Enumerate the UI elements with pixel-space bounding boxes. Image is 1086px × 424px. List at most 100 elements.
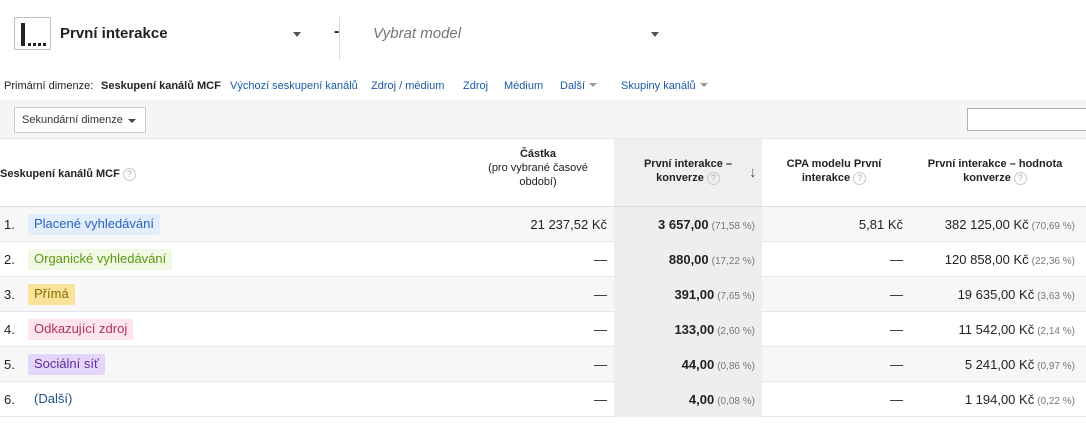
conversions-percent: (71,58 %) [711, 221, 755, 232]
help-icon[interactable]: ? [853, 171, 867, 185]
help-icon[interactable]: ? [122, 167, 136, 181]
conversions-value: 133,00 [674, 322, 715, 337]
chevron-down-icon [699, 83, 708, 88]
row-index: 1. [4, 217, 15, 232]
chevron-down-icon[interactable] [293, 32, 301, 37]
conversions-percent: (0,08 %) [717, 396, 755, 407]
dimension-link-channel-groups[interactable]: Skupiny kanálů [621, 80, 708, 92]
channel-link[interactable]: (Další) [28, 389, 78, 410]
cpa-cell: — [890, 287, 903, 302]
conversions-percent: (17,22 %) [711, 256, 755, 267]
table-row: 2. Organické vyhledávání — 880,00 (17,22 … [0, 242, 1086, 277]
cpa-cell: — [890, 322, 903, 337]
table-row: 3. Přímá — 391,00 (7,65 %) — 19 635,00 Kč… [0, 277, 1086, 312]
channel-link[interactable]: Odkazující zdroj [28, 319, 134, 340]
amount-cell: — [594, 252, 607, 267]
row-index: 2. [4, 252, 15, 267]
conversion-value-cell: 19 635,00 Kč (3,63 %) [958, 287, 1075, 302]
header-conversion-value[interactable]: První interakce – hodnota konverze? [912, 157, 1078, 185]
conversion-value: 1 194,00 Kč [964, 392, 1035, 407]
conversions-value: 44,00 [681, 357, 715, 372]
primary-dimension-row: Primární dimenze: Seskupení kanálů MCF V… [0, 72, 1086, 100]
amount-cell: — [594, 287, 607, 302]
table-row: 1. Placené vyhledávání 21 237,52 Kč 3 65… [0, 207, 1086, 242]
conversion-value-percent: (2,14 %) [1037, 326, 1075, 337]
cpa-cell: 5,81 Kč [858, 217, 903, 232]
primary-dimension-label: Primární dimenze: [4, 80, 94, 92]
conversions-percent: (7,65 %) [717, 291, 755, 302]
conversions-percent: (0,86 %) [717, 361, 755, 372]
conversions-cell: 391,00 (7,65 %) [674, 287, 755, 302]
channel-link[interactable]: Organické vyhledávání [28, 249, 173, 270]
secondary-dimension-button[interactable]: Sekundární dimenze [14, 107, 146, 133]
icon-bar [21, 23, 25, 46]
conversions-value: 3 657,00 [658, 217, 709, 232]
model-dropdown-value[interactable]: První interakce [60, 25, 168, 42]
more-label: Další [560, 80, 586, 92]
row-index: 4. [4, 322, 15, 337]
help-icon[interactable]: ? [706, 171, 720, 185]
conversion-value: 5 241,00 Kč [964, 357, 1035, 372]
conversions-cell: 44,00 (0,86 %) [682, 357, 755, 372]
divider [339, 16, 340, 60]
chevron-down-icon[interactable] [651, 32, 659, 37]
row-index: 5. [4, 357, 15, 372]
dimension-link-default-channel[interactable]: Výchozí seskupení kanálů [230, 80, 358, 92]
attribution-model-icon[interactable] [14, 17, 51, 50]
conversion-value-percent: (22,36 %) [1031, 256, 1075, 267]
channel-link[interactable]: Sociální síť [28, 354, 105, 375]
header-value-label: První interakce – hodnota konverze [927, 158, 1063, 184]
dimension-link-more[interactable]: Další [560, 80, 598, 92]
conversions-cell: 880,00 (17,22 %) [669, 252, 755, 267]
dimension-link-source[interactable]: Zdroj [463, 80, 488, 92]
conversions-value: 391,00 [674, 287, 715, 302]
table-row: 4. Odkazující zdroj — 133,00 (2,60 %) — 1… [0, 312, 1086, 347]
conversions-value: 880,00 [668, 252, 709, 267]
conversion-value: 11 542,00 Kč [958, 322, 1035, 337]
chevron-down-icon [128, 119, 136, 123]
table-row: 5. Sociální síť — 44,00 (0,86 %) — 5 241,… [0, 347, 1086, 382]
cpa-cell: — [890, 392, 903, 407]
conversion-value-cell: 382 125,00 Kč (70,69 %) [945, 217, 1075, 232]
compare-model-dropdown[interactable]: Vybrat model [373, 25, 461, 42]
header-amount-title: Částka [519, 148, 557, 160]
amount-cell: — [594, 322, 607, 337]
header-cpa[interactable]: CPA modelu První interakce? [778, 157, 890, 185]
header-dimension-label: Seskupení kanálů MCF [0, 168, 120, 180]
header-dimension[interactable]: Seskupení kanálů MCF? [0, 167, 136, 181]
amount-cell: — [594, 357, 607, 372]
sort-arrow-down-icon[interactable]: ↓ [749, 164, 757, 181]
secondary-dimension-label: Sekundární dimenze [22, 114, 123, 126]
conversion-value-cell: 120 858,00 Kč (22,36 %) [945, 252, 1075, 267]
dimension-link-medium[interactable]: Médium [504, 80, 543, 92]
help-icon[interactable]: ? [1013, 171, 1027, 185]
conversions-percent: (2,60 %) [717, 326, 755, 337]
conversion-value-percent: (0,97 %) [1037, 361, 1075, 372]
conversion-value: 382 125,00 Kč [944, 217, 1029, 232]
conversions-cell: 133,00 (2,60 %) [674, 322, 755, 337]
conversion-value-percent: (3,63 %) [1037, 291, 1075, 302]
header-first-interaction[interactable]: První interakce – konverze? [614, 139, 762, 206]
channel-link[interactable]: Placené vyhledávání [28, 214, 160, 235]
header-amount-subtitle: (pro vybrané časové období) [488, 162, 588, 188]
row-index: 6. [4, 392, 15, 407]
icon-dots [28, 43, 48, 46]
primary-dimension-active: Seskupení kanálů MCF [101, 80, 221, 92]
table-row: 6. (Další) — 4,00 (0,08 %) — 1 194,00 Kč(… [0, 382, 1086, 417]
conversion-value-cell: 1 194,00 Kč (0,22 %) [965, 392, 1075, 407]
conversion-value-cell: 5 241,00 Kč (0,97 %) [965, 357, 1075, 372]
header-amount[interactable]: Částka (pro vybrané časové období) [476, 147, 600, 189]
cpa-cell: — [890, 252, 903, 267]
cpa-cell: — [890, 357, 903, 372]
amount-cell: 21 237,52 Kč [530, 217, 607, 232]
conversion-value-cell: 11 542,00 Kč (2,14 %) [959, 322, 1075, 337]
conversion-value: 120 858,00 Kč [944, 252, 1029, 267]
amount-cell: — [594, 392, 607, 407]
channel-link[interactable]: Přímá [28, 284, 75, 305]
dimension-link-source-medium[interactable]: Zdroj / médium [371, 80, 444, 92]
conversions-value: 4,00 [688, 392, 715, 407]
conversions-cell: 3 657,00 (71,58 %) [658, 217, 755, 232]
channel-groups-label: Skupiny kanálů [621, 80, 696, 92]
table-header: Seskupení kanálů MCF? Částka (pro vybran… [0, 139, 1086, 207]
table-search-input[interactable] [967, 108, 1086, 131]
